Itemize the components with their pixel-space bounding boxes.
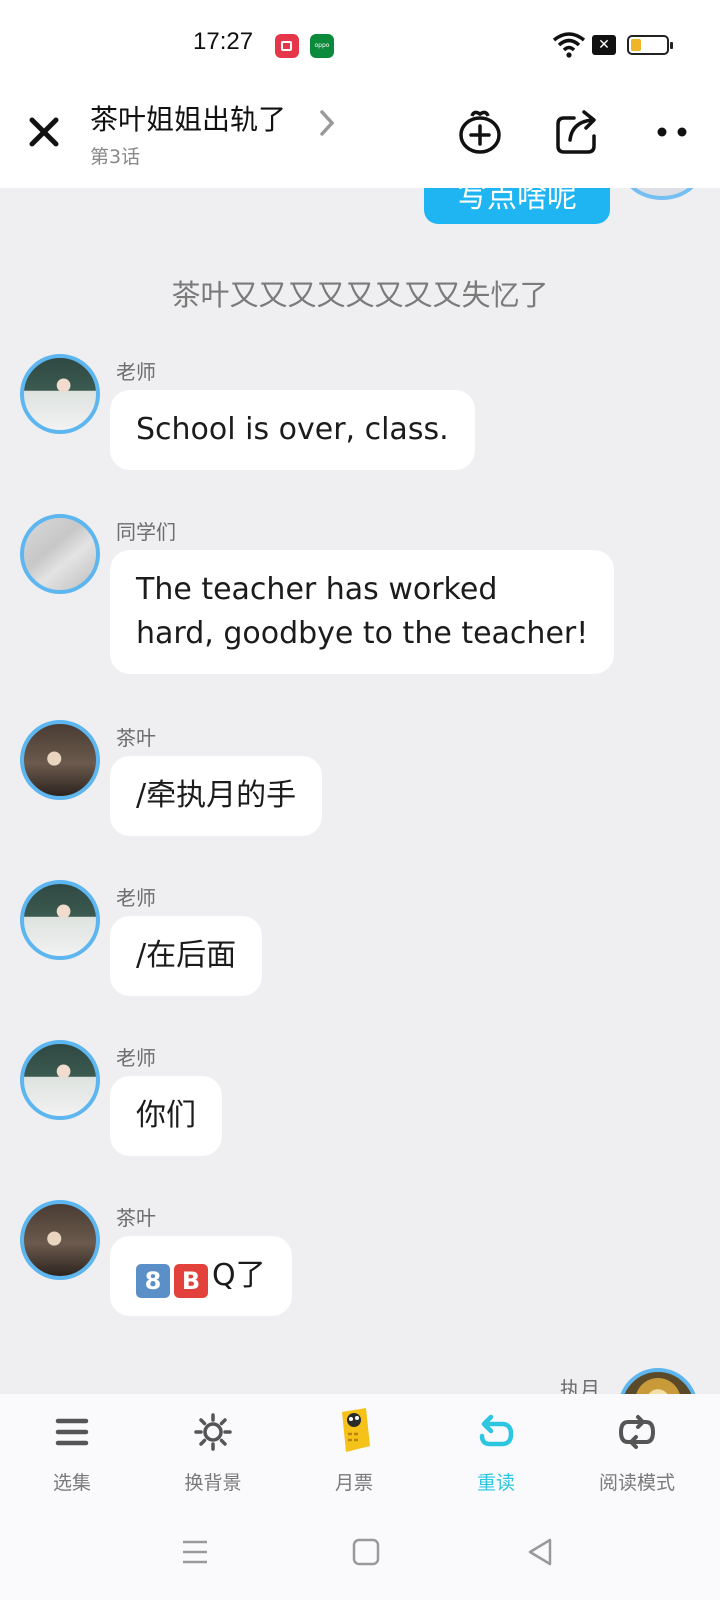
more-icon[interactable]	[646, 106, 698, 158]
sender-name: 茶叶	[116, 1206, 156, 1230]
back-icon[interactable]	[520, 1532, 560, 1572]
add-gift-icon[interactable]	[454, 106, 506, 158]
self-avatar[interactable]	[618, 1368, 698, 1394]
chat-message: 茶叶 8 B Q了	[20, 1200, 700, 1320]
battery-icon	[627, 35, 673, 55]
message-bubble: 8 B Q了	[110, 1236, 292, 1316]
sun-icon	[194, 1413, 232, 1451]
chevron-right-icon[interactable]	[318, 108, 336, 138]
self-avatar	[622, 188, 702, 200]
battery-fill	[631, 39, 641, 51]
tab-label: 阅读模式	[598, 1472, 675, 1494]
chat-message: 老师 你们	[20, 1040, 700, 1160]
chat-message: 老师 /在后面	[20, 880, 700, 1000]
share-icon[interactable]	[552, 106, 604, 158]
video-record-icon	[275, 34, 299, 58]
keycap-8-emoji: 8	[136, 1264, 170, 1298]
self-sender-name: 执月	[560, 1377, 600, 1394]
chat-message: 茶叶 /牵执月的手	[20, 720, 700, 840]
tab-read-mode[interactable]: 阅读模式	[577, 1394, 697, 1504]
b-button-emoji: B	[174, 1264, 208, 1298]
message-bubble: School is over, class.	[110, 390, 475, 470]
avatar[interactable]	[20, 1040, 100, 1120]
chat-message: 同学们 The teacher has worked hard, goodbye…	[20, 514, 700, 674]
previous-self-bubble: 写点啥呢	[424, 188, 610, 224]
oppo-app-icon: oppo	[310, 34, 334, 58]
status-bar: 17:27 oppo ✕	[0, 0, 720, 88]
wifi-icon	[552, 32, 586, 58]
story-title[interactable]: 茶叶姐姐出轨了	[90, 98, 286, 138]
bottom-toolbar: 选集 换背景 月票 重读 阅读模式	[0, 1394, 720, 1504]
episode-label: 第3话	[90, 146, 141, 168]
sender-name: 茶叶	[116, 726, 156, 750]
tab-monthly-ticket[interactable]: 月票	[294, 1394, 414, 1504]
chat-message: 老师 School is over, class.	[20, 354, 700, 474]
close-icon[interactable]	[22, 110, 66, 154]
menu-icon[interactable]	[175, 1532, 215, 1572]
status-time: 17:27	[193, 28, 254, 55]
tab-label: 选集	[52, 1472, 91, 1494]
ticket-icon	[342, 1408, 370, 1452]
reread-icon	[479, 1414, 514, 1447]
system-message: 茶叶又又又又又又又又失忆了	[171, 278, 549, 312]
home-icon[interactable]	[346, 1532, 386, 1572]
system-nav-bar	[0, 1504, 720, 1600]
tab-label: 换背景	[184, 1472, 242, 1494]
message-bubble: /在后面	[110, 916, 263, 996]
tab-reread[interactable]: 重读	[436, 1394, 556, 1504]
tab-label: 重读	[476, 1472, 515, 1494]
tab-label: 月票	[334, 1472, 373, 1494]
avatar[interactable]	[20, 354, 100, 434]
avatar[interactable]	[20, 720, 100, 800]
message-bubble: 你们	[110, 1076, 222, 1156]
sender-name: 老师	[116, 360, 156, 384]
message-text: Q了	[212, 1258, 266, 1293]
avatar[interactable]	[20, 880, 100, 960]
message-line: The teacher has worked	[136, 572, 498, 607]
tab-episodes[interactable]: 选集	[12, 1394, 132, 1504]
avatar[interactable]	[20, 514, 100, 594]
read-mode-icon	[619, 1415, 655, 1449]
message-bubble: /牵执月的手	[110, 756, 323, 836]
message-bubble: The teacher has worked hard, goodbye to …	[110, 550, 615, 674]
sender-name: 老师	[116, 886, 156, 910]
chat-header: 茶叶姐姐出轨了 第3话	[0, 88, 720, 188]
chat-area[interactable]: 写点啥呢 茶叶又又又又又又又又失忆了 老师 School is over, cl…	[0, 188, 720, 1394]
message-line: hard, goodbye to the teacher!	[136, 616, 589, 651]
sender-name: 老师	[116, 1046, 156, 1070]
sender-name: 同学们	[116, 520, 176, 544]
notification-x-icon: ✕	[592, 35, 616, 55]
list-icon	[55, 1418, 89, 1446]
avatar[interactable]	[20, 1200, 100, 1280]
tab-background[interactable]: 换背景	[153, 1394, 273, 1504]
